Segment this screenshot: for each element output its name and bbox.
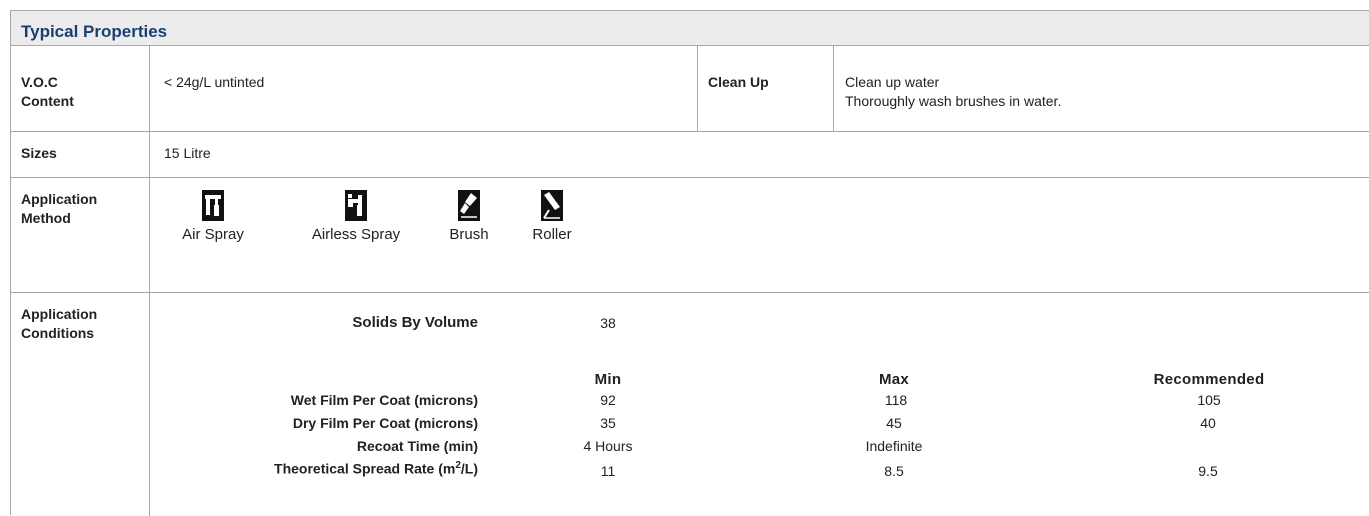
method-label: Air Spray <box>182 226 244 243</box>
column-divider <box>697 46 698 131</box>
row-label: Dry Film Per Coat (microns) <box>292 415 478 431</box>
voc-value: < 24g/L untinted <box>164 74 265 90</box>
cleanup-line1: Clean up water <box>845 74 940 90</box>
application-conditions-label-line2: Conditions <box>21 325 95 341</box>
application-method-label-line1: Application <box>21 191 98 207</box>
method-label: Roller <box>532 226 572 243</box>
sizes-label: Sizes <box>21 145 57 161</box>
voc-label-line1: V.O.C <box>21 74 58 90</box>
cleanup-line2: Thoroughly wash brushes in water. <box>845 93 1062 109</box>
row-max: 45 <box>886 415 902 431</box>
sizes-value: 15 Litre <box>164 145 211 161</box>
voc-label: V.O.C Content <box>21 73 146 111</box>
row-max: 118 <box>884 392 908 408</box>
row-label: Wet Film Per Coat (microns) <box>290 392 478 408</box>
row-min: 92 <box>600 392 616 408</box>
row-recommended: 105 <box>1197 392 1221 408</box>
cleanup-label: Clean Up <box>708 74 769 90</box>
solids-value: 38 <box>600 315 616 331</box>
spread-rate-label: Theoretical Spread Rate (m2/L) <box>274 460 478 477</box>
row-min: 4 Hours <box>583 438 633 454</box>
row-label: Recoat Time (min) <box>356 438 478 454</box>
table-row: Theoretical Spread Rate (m2/L) <box>161 460 478 479</box>
application-conditions-label: Application Conditions <box>21 305 146 343</box>
row-divider <box>11 292 1369 293</box>
brush-icon <box>458 190 480 221</box>
application-conditions-label-line1: Application <box>21 306 98 322</box>
spread-label-post: /L) <box>460 460 478 477</box>
method-air-spray: Air Spray <box>165 190 261 243</box>
spread-label-pre: Theoretical Spread Rate (m <box>274 460 456 477</box>
table-header: Typical Properties <box>11 11 1369 46</box>
spread-min: 11 <box>600 463 616 479</box>
table-row: Wet Film Per Coat (microns) <box>161 392 478 411</box>
section-title: Typical Properties <box>21 22 168 41</box>
method-label: Airless Spray <box>311 226 401 243</box>
row-min: 35 <box>600 415 616 431</box>
method-roller: Roller <box>526 190 578 243</box>
column-divider <box>149 46 150 516</box>
typical-properties-table: Typical Properties V.O.C Content < 24g/L… <box>10 10 1369 516</box>
spread-recommended: 9.5 <box>1198 463 1218 479</box>
table-row: Recoat Time (min) <box>161 438 478 457</box>
application-method-label: Application Method <box>21 190 146 228</box>
column-header-min: Min <box>594 371 622 388</box>
column-header-recommended: Recommended <box>1153 371 1265 388</box>
row-divider <box>11 177 1369 178</box>
spread-max: 8.5 <box>884 463 904 479</box>
application-method-label-line2: Method <box>21 210 71 226</box>
air-spray-icon <box>202 190 224 221</box>
method-airless-spray: Airless Spray <box>291 190 421 243</box>
roller-icon <box>541 190 563 221</box>
voc-label-line2: Content <box>21 93 74 109</box>
table-row: Dry Film Per Coat (microns) <box>161 415 478 434</box>
method-brush: Brush <box>439 190 499 243</box>
airless-spray-icon <box>345 190 367 221</box>
column-divider <box>833 46 834 131</box>
method-label: Brush <box>449 226 489 243</box>
solids-label: Solids By Volume <box>352 314 478 331</box>
column-header-max: Max <box>878 371 910 388</box>
row-recommended: 40 <box>1200 415 1216 431</box>
row-max: Indefinite <box>865 438 923 454</box>
row-divider <box>11 131 1369 132</box>
solids-row-label-wrap: Solids By Volume <box>161 314 478 333</box>
